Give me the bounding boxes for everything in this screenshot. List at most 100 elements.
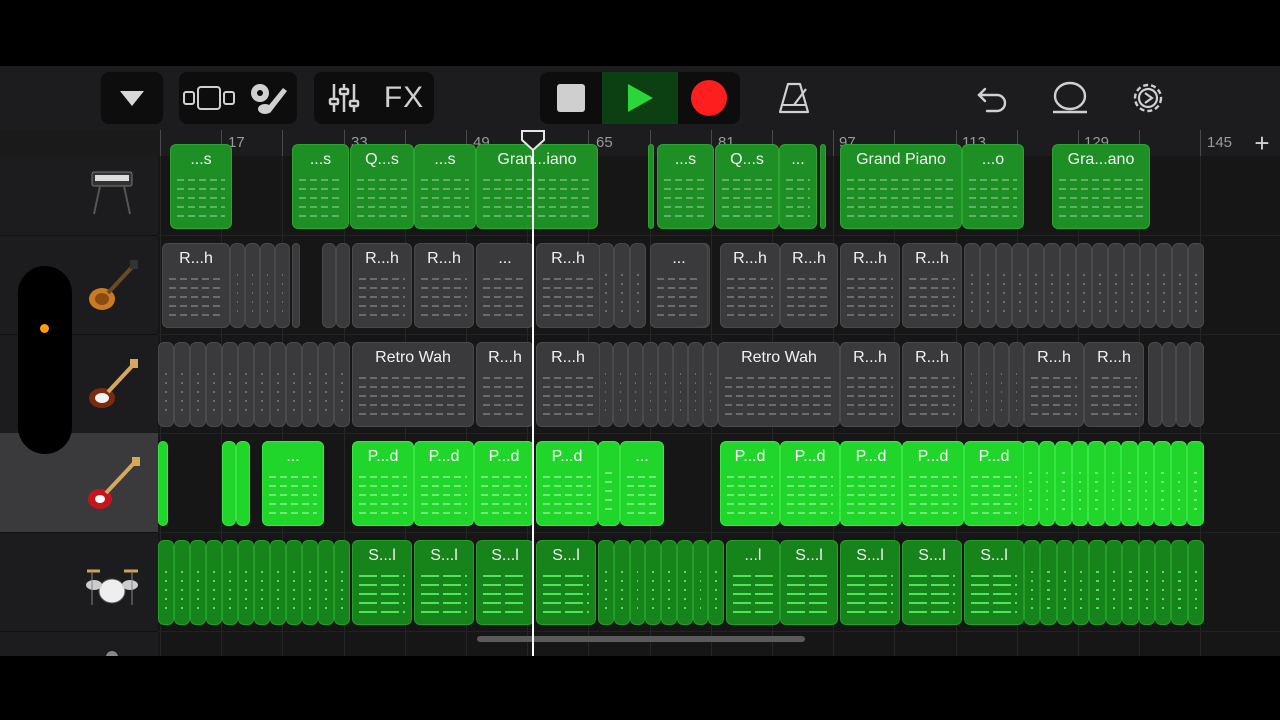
- metronome-icon[interactable]: [772, 76, 816, 120]
- region[interactable]: P...d: [352, 441, 414, 526]
- region-fragment[interactable]: [158, 441, 168, 526]
- region-fragment[interactable]: [286, 342, 302, 427]
- region[interactable]: R...h: [414, 243, 474, 328]
- region-fragment[interactable]: [275, 243, 290, 328]
- region-fragment[interactable]: [1140, 243, 1156, 328]
- playhead[interactable]: [532, 130, 534, 656]
- region-fragment[interactable]: [230, 243, 245, 328]
- region-fragment[interactable]: [1187, 441, 1204, 526]
- region-fragment[interactable]: [190, 540, 206, 625]
- region-fragment[interactable]: [286, 540, 302, 625]
- region-fragment[interactable]: [708, 540, 724, 625]
- region-fragment[interactable]: [206, 540, 222, 625]
- region[interactable]: R...h: [1024, 342, 1084, 427]
- region[interactable]: R...h: [902, 243, 962, 328]
- region-fragment[interactable]: [1089, 540, 1106, 625]
- region[interactable]: P...d: [780, 441, 840, 526]
- region-fragment[interactable]: [598, 540, 614, 625]
- region[interactable]: R...h: [840, 243, 900, 328]
- region-fragment[interactable]: [1055, 441, 1072, 526]
- region-fragment[interactable]: [158, 342, 174, 427]
- region-fragment[interactable]: [254, 540, 270, 625]
- play-icon[interactable]: [602, 72, 678, 124]
- region-fragment[interactable]: [1012, 243, 1028, 328]
- region-fragment[interactable]: [238, 342, 254, 427]
- region-fragment[interactable]: [1092, 243, 1108, 328]
- region-fragment[interactable]: [322, 243, 336, 328]
- region-fragment[interactable]: [1022, 441, 1039, 526]
- region-fragment[interactable]: [1190, 342, 1204, 427]
- region-fragment[interactable]: [1108, 243, 1124, 328]
- tracks-area[interactable]: ...s ...s Q...s ...s Gran...iano ...s Q...s...…: [158, 144, 1280, 656]
- region[interactable]: Gra...ano: [1052, 144, 1150, 229]
- region[interactable]: R...h: [1084, 342, 1144, 427]
- region[interactable]: S...l: [476, 540, 534, 625]
- region-fragment[interactable]: [292, 243, 300, 328]
- region-fragment[interactable]: [613, 342, 628, 427]
- region[interactable]: Q...s: [350, 144, 414, 229]
- region[interactable]: S...l: [964, 540, 1024, 625]
- region-fragment[interactable]: [1162, 342, 1176, 427]
- region-fragment[interactable]: [1176, 342, 1190, 427]
- region-fragment[interactable]: [673, 342, 688, 427]
- region[interactable]: P...d: [536, 441, 598, 526]
- playhead-handle[interactable]: [520, 130, 546, 152]
- region-fragment[interactable]: [1024, 540, 1041, 625]
- region[interactable]: P...d: [840, 441, 902, 526]
- region-fragment[interactable]: [1104, 441, 1122, 526]
- region-fragment[interactable]: [703, 342, 718, 427]
- region-fragment[interactable]: [222, 342, 238, 427]
- region[interactable]: S...l: [840, 540, 900, 625]
- region-fragment[interactable]: [1056, 540, 1074, 625]
- region-fragment[interactable]: [964, 342, 979, 427]
- region[interactable]: ...: [476, 243, 534, 328]
- region-fragment[interactable]: [598, 342, 613, 427]
- region[interactable]: R...h: [902, 342, 962, 427]
- region-fragment[interactable]: [1154, 441, 1171, 526]
- region[interactable]: P...d: [414, 441, 474, 526]
- region[interactable]: R...h: [162, 243, 230, 328]
- region[interactable]: P...d: [720, 441, 780, 526]
- region-fragment[interactable]: [1009, 342, 1024, 427]
- record-icon[interactable]: [680, 72, 738, 124]
- region[interactable]: Gran...iano: [476, 144, 598, 229]
- region-fragment[interactable]: [270, 342, 286, 427]
- region[interactable]: P...d: [474, 441, 534, 526]
- region-fragment[interactable]: [1188, 243, 1204, 328]
- region-fragment[interactable]: [661, 540, 677, 625]
- region-fragment[interactable]: [1044, 243, 1060, 328]
- region[interactable]: R...h: [352, 243, 412, 328]
- region-fragment[interactable]: [996, 243, 1012, 328]
- side-handle[interactable]: [18, 266, 72, 454]
- region-fragment[interactable]: [820, 144, 826, 229]
- region[interactable]: S...l: [536, 540, 596, 625]
- guitar-gear-icon[interactable]: [241, 72, 295, 124]
- region-fragment[interactable]: [1038, 441, 1056, 526]
- region-fragment[interactable]: [260, 243, 275, 328]
- region-fragment[interactable]: [222, 540, 238, 625]
- region-fragment[interactable]: [613, 540, 630, 625]
- region-fragment[interactable]: [688, 342, 703, 427]
- track-header[interactable]: [0, 532, 158, 632]
- region-fragment[interactable]: [648, 144, 654, 229]
- region-fragment[interactable]: [598, 441, 620, 526]
- region-fragment[interactable]: [238, 540, 254, 625]
- region-fragment[interactable]: [1088, 441, 1105, 526]
- region[interactable]: S...l: [414, 540, 474, 625]
- region[interactable]: S...l: [780, 540, 838, 625]
- region-fragment[interactable]: [222, 441, 236, 526]
- track-header[interactable]: [0, 433, 158, 533]
- undo-icon[interactable]: [970, 76, 1014, 120]
- region-fragment[interactable]: [692, 540, 709, 625]
- region-fragment[interactable]: [1060, 243, 1076, 328]
- region-fragment[interactable]: [1122, 540, 1139, 625]
- region[interactable]: ...s: [414, 144, 476, 229]
- region[interactable]: R...h: [840, 342, 900, 427]
- region-fragment[interactable]: [658, 342, 673, 427]
- region-fragment[interactable]: [1028, 243, 1044, 328]
- region[interactable]: R...h: [536, 342, 600, 427]
- region-fragment[interactable]: [630, 243, 646, 328]
- region[interactable]: Retro Wah: [352, 342, 474, 427]
- region-fragment[interactable]: [1071, 441, 1089, 526]
- region-fragment[interactable]: [270, 540, 286, 625]
